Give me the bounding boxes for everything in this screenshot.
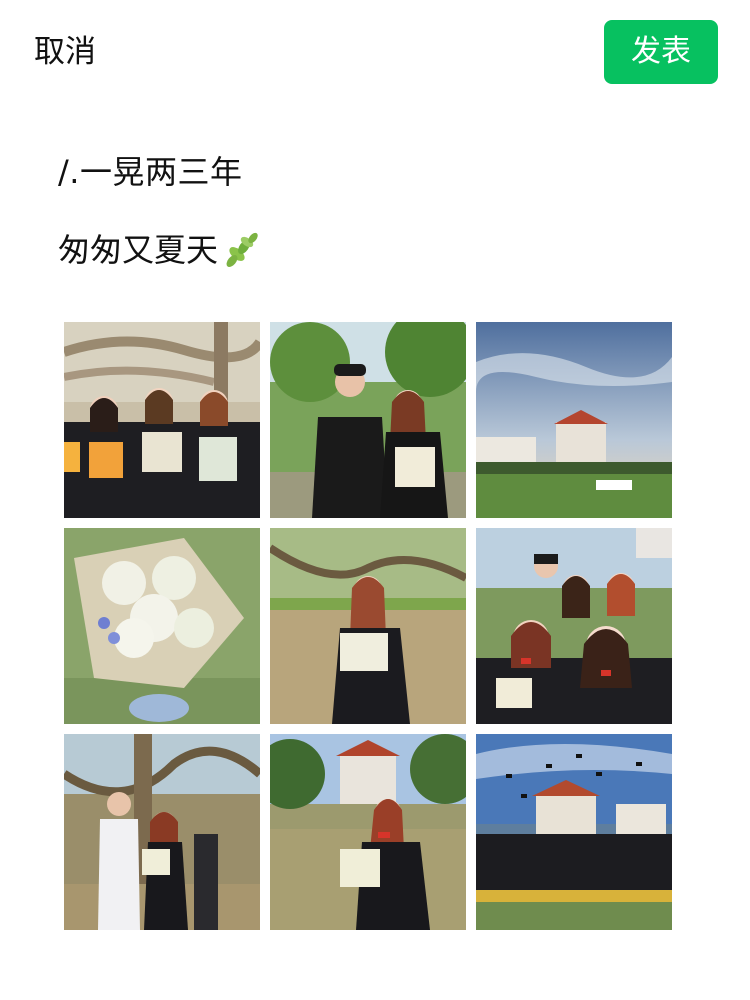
herb-leaf-emoji-icon [222, 230, 262, 270]
photo-thumbnail-2[interactable] [270, 322, 466, 518]
top-bar: 取消 发表 [0, 0, 750, 100]
photo-thumbnail-5[interactable] [270, 528, 466, 724]
photo-thumbnail-9[interactable] [476, 734, 672, 930]
post-text-line2: 匆匆又夏天 [58, 231, 219, 269]
cancel-button[interactable]: 取消 [34, 31, 96, 73]
post-text-line2-row: 匆匆又夏天 [58, 228, 698, 272]
photo-thumbnail-6[interactable] [476, 528, 672, 724]
post-text-line1: /.一晃两三年 [58, 153, 243, 191]
publish-button[interactable]: 发表 [604, 20, 718, 84]
photo-grid [64, 322, 672, 930]
photo-thumbnail-8[interactable] [270, 734, 466, 930]
photo-thumbnail-1[interactable] [64, 322, 260, 518]
post-text[interactable]: /.一晃两三年 匆匆又夏天 [58, 150, 698, 272]
photo-thumbnail-4[interactable] [64, 528, 260, 724]
photo-thumbnail-3[interactable] [476, 322, 672, 518]
photo-thumbnail-7[interactable] [64, 734, 260, 930]
